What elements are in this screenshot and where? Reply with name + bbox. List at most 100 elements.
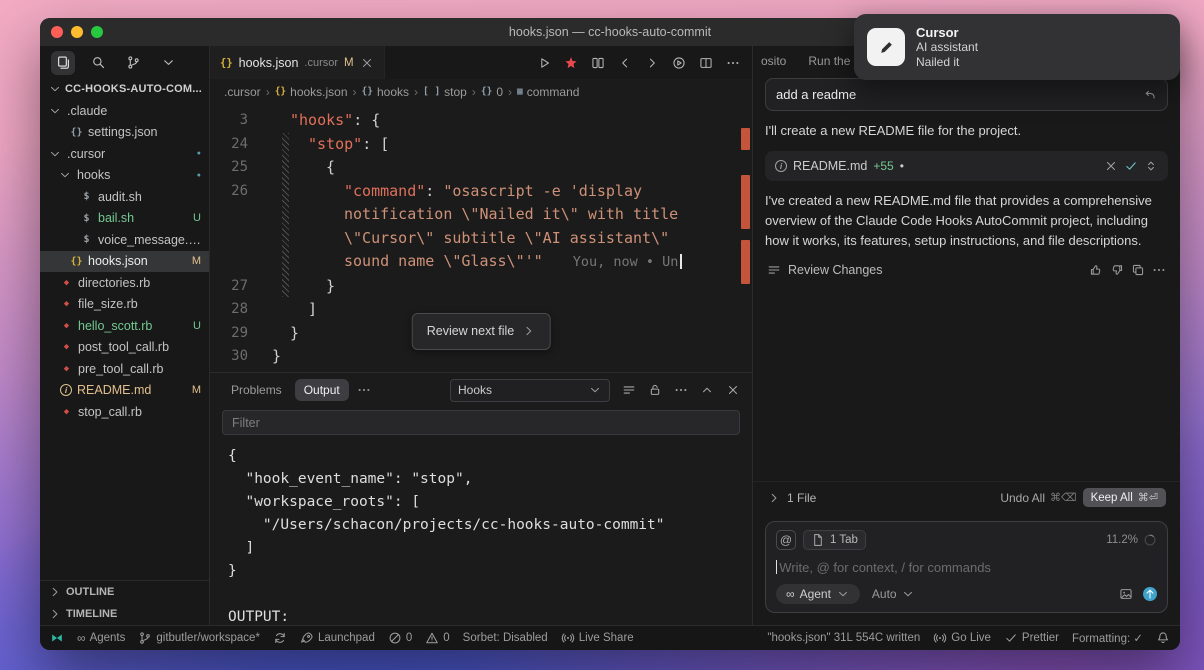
code-line[interactable]: 27} [210,275,752,299]
tree-item-pre-tool-call-rb[interactable]: ◆pre_tool_call.rb [40,358,209,380]
cursor-tab-icon[interactable] [564,56,578,70]
chat-text-input[interactable]: Write, @ for context, / for commands [776,558,1157,576]
status-sorbet[interactable]: Sorbet: Disabled [463,632,548,644]
breadcrumb-item-cursor[interactable]: .cursor [224,85,261,99]
copy-response-icon[interactable] [1131,263,1145,277]
code-line[interactable]: 24"stop": [ [210,133,752,157]
status-go-live[interactable]: Go Live [933,631,991,645]
status-file-stats[interactable]: "hooks.json" 31L 554C written [767,632,920,644]
output-channel-select[interactable]: Hooks [450,379,610,402]
review-changes-label[interactable]: Review Changes [788,263,883,277]
panel-more-actions-icon[interactable] [674,383,688,397]
explorer-icon[interactable] [51,51,75,75]
outline-section[interactable]: OUTLINE [40,581,209,603]
code-editor[interactable]: 3"hooks": {24"stop": [25{26"command": "o… [210,104,752,372]
code-line[interactable]: sound name \"Glass\"'"You, now • Un [210,250,752,275]
open-changes-icon[interactable] [591,56,605,70]
tree-item-audit-sh[interactable]: $audit.sh [40,186,209,208]
source-control-icon[interactable] [121,51,145,75]
run-icon[interactable] [537,56,551,70]
code-line[interactable]: 25{ [210,156,752,180]
tree-item-voice-message-sh[interactable]: $voice_message.sh [40,229,209,251]
panel-tab-problems[interactable]: Problems [222,379,291,401]
tree-item-hooks-json[interactable]: {}hooks.jsonM [40,251,209,273]
thumbs-up-icon[interactable] [1089,263,1103,277]
timeline-section[interactable]: TIMELINE [40,603,209,625]
code-line[interactable]: 26"command": "osascript -e 'display [210,180,752,204]
lock-scroll-icon[interactable] [648,383,662,397]
status-gitbutler[interactable] [50,631,64,645]
accept-file-icon[interactable] [1124,159,1138,173]
status-sync[interactable] [273,631,287,645]
tree-item-settings-json[interactable]: {}settings.json [40,122,209,144]
send-button[interactable] [1143,587,1157,601]
status-branch[interactable]: gitbutler/workspace* [138,631,260,645]
attach-image-icon[interactable] [1119,587,1133,601]
run-below-icon[interactable] [672,56,686,70]
tree-item-stop-call-rb[interactable]: ◆stop_call.rb [40,401,209,423]
maximize-panel-icon[interactable] [700,383,714,397]
status-launchpad[interactable]: Launchpad [300,631,375,645]
tree-item-post-tool-call-rb[interactable]: ◆post_tool_call.rb [40,337,209,359]
chevron-right-icon[interactable] [767,491,781,505]
agent-mode-select[interactable]: ∞ Agent [776,584,860,604]
model-select[interactable]: Auto [872,587,915,601]
search-icon[interactable] [86,51,110,75]
status-formatting[interactable]: Formatting: ✓ [1072,631,1143,645]
tree-item-cursor[interactable]: .cursor● [40,143,209,165]
readme-file-chip[interactable]: i README.md +55 • [765,151,1168,181]
tree-item-hello-scott-rb[interactable]: ◆hello_scott.rbU [40,315,209,337]
breadcrumb-item-command[interactable]: ▦command [517,85,579,99]
status-bell[interactable] [1156,631,1170,645]
macos-notification[interactable]: Cursor AI assistant Nailed it [854,14,1180,80]
tree-item-readme-md[interactable]: iREADME.mdM [40,380,209,402]
undo-all-button[interactable]: Undo All ⌘⌫ [1000,491,1076,505]
minimize-window-button[interactable] [71,26,83,38]
breadcrumb-item-0[interactable]: {}0 [481,85,503,99]
keep-all-button[interactable]: Keep All ⌘⏎ [1083,488,1166,507]
clear-output-icon[interactable] [622,383,636,397]
output-filter-input[interactable] [222,410,740,435]
project-root-header[interactable]: CC-HOOKS-AUTO-COM... [40,79,209,100]
close-window-button[interactable] [51,26,63,38]
code-line[interactable]: notification \"Nailed it\" with title [210,203,752,227]
zoom-window-button[interactable] [91,26,103,38]
breadcrumb-item-hooks[interactable]: {}hooks [362,85,409,99]
tree-item-directories-rb[interactable]: ◆directories.rb [40,272,209,294]
split-editor-icon[interactable] [699,56,713,70]
chevron-down-icon[interactable] [156,51,180,75]
tree-item-bail-sh[interactable]: $bail.shU [40,208,209,230]
tab-hooks-json[interactable]: {} hooks.json .cursor M [210,46,385,79]
panel-more-tabs-icon[interactable] [357,383,371,397]
code-line[interactable]: 3"hooks": { [210,109,752,133]
status-agents[interactable]: ∞Agents [77,631,125,645]
more-actions-icon[interactable] [726,56,740,70]
context-tab-chip[interactable]: 1 Tab [803,530,866,550]
status-live-share[interactable]: Live Share [561,631,634,645]
breadcrumb-item-hooks-json[interactable]: {}hooks.json [275,85,348,99]
chat-tab-osito[interactable]: osito [761,54,786,68]
expand-diff-icon[interactable] [1144,159,1158,173]
status-errors[interactable]: 0 [388,631,412,645]
add-context-button[interactable]: @ [776,530,796,550]
close-panel-icon[interactable] [726,383,740,397]
nav-forward-icon[interactable] [645,56,659,70]
tree-item-hooks[interactable]: hooks● [40,165,209,187]
chat-input-box[interactable]: @ 1 Tab 11.2% Write, @ for context, / fo… [765,521,1168,613]
response-more-icon[interactable] [1152,263,1166,277]
output-console[interactable]: { "hook_event_name": "stop", "workspace_… [210,441,752,625]
overview-ruler[interactable] [741,104,750,372]
review-next-file-button[interactable]: Review next file [412,313,551,351]
breadcrumb-item-stop[interactable]: [ ]stop [423,85,467,99]
panel-tab-output[interactable]: Output [295,379,349,401]
nav-back-icon[interactable] [618,56,632,70]
tree-item-file-size-rb[interactable]: ◆file_size.rb [40,294,209,316]
status-warnings[interactable]: 0 [425,631,449,645]
restore-checkpoint-icon[interactable] [1143,88,1157,102]
context-usage[interactable]: 11.2% [1106,533,1157,547]
chat-tab-run-the[interactable]: Run the [808,54,850,68]
status-prettier[interactable]: Prettier [1004,631,1059,645]
thumbs-down-icon[interactable] [1110,263,1124,277]
close-tab-icon[interactable] [360,56,374,70]
files-changed-label[interactable]: 1 File [787,491,816,505]
